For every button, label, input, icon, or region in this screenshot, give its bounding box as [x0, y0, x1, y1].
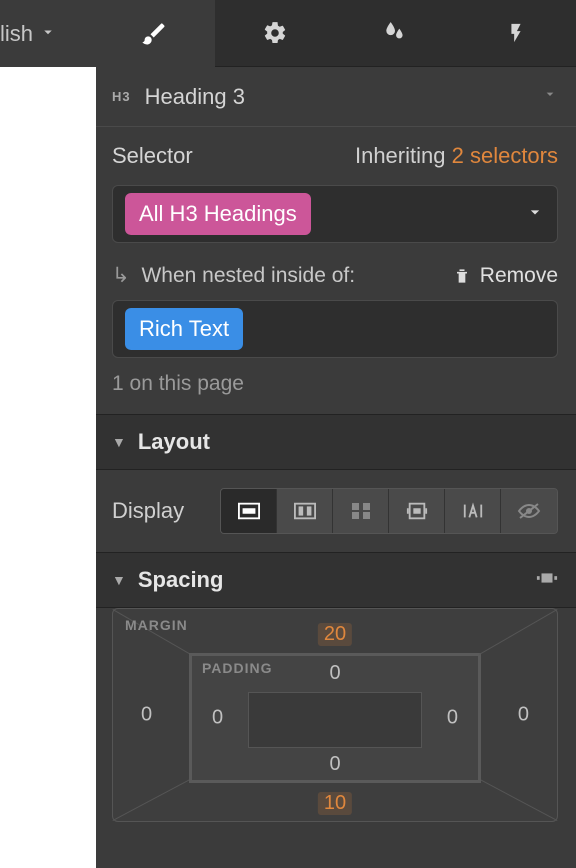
caret-down-icon — [542, 86, 558, 107]
padding-left[interactable]: 0 — [212, 707, 223, 730]
chevron-down-icon — [39, 21, 57, 47]
display-flex[interactable] — [277, 489, 333, 533]
display-label: Display — [112, 498, 202, 524]
inline-icon — [462, 502, 484, 520]
selector-chip-main[interactable]: All H3 Headings — [125, 193, 311, 235]
canvas-area — [0, 67, 96, 868]
layout-header[interactable]: ▼ Layout — [94, 414, 576, 470]
padding-label: PADDING — [202, 660, 273, 676]
layout-title: Layout — [138, 429, 210, 455]
remove-label: Remove — [480, 264, 558, 288]
publish-dropdown[interactable]: lish — [0, 0, 94, 67]
bolt-icon — [505, 22, 527, 44]
selector-section: Selector Inheriting 2 selectors All H3 H… — [94, 127, 576, 414]
tab-effects[interactable] — [456, 0, 576, 67]
nested-selector-input[interactable]: Rich Text — [112, 300, 558, 358]
element-name: Heading 3 — [145, 84, 245, 110]
display-grid[interactable] — [333, 489, 389, 533]
left-column: lish — [0, 0, 94, 868]
inline-block-icon — [406, 502, 428, 520]
display-block[interactable] — [221, 489, 277, 533]
block-icon — [238, 502, 260, 520]
publish-label: lish — [0, 21, 33, 47]
droplets-icon — [382, 20, 408, 46]
selector-input[interactable]: All H3 Headings — [112, 185, 558, 243]
spacing-header[interactable]: ▼ Spacing — [94, 552, 576, 608]
selector-chip-parent[interactable]: Rich Text — [125, 308, 243, 350]
grid-icon — [351, 502, 371, 520]
inheriting-label: Inheriting — [355, 143, 446, 168]
panel-tabs — [94, 0, 576, 67]
margin-label: MARGIN — [125, 617, 188, 633]
spacing-editor: MARGIN 20 0 0 10 PADDING 0 0 0 0 — [112, 608, 558, 822]
inheriting-count[interactable]: 2 selectors — [452, 143, 558, 168]
flex-icon — [294, 502, 316, 520]
display-none[interactable] — [501, 489, 557, 533]
triangle-down-icon: ▼ — [112, 434, 126, 450]
element-row[interactable]: H3 Heading 3 — [94, 67, 576, 127]
margin-top[interactable]: 20 — [318, 623, 352, 646]
spacing-expand-icon[interactable] — [536, 567, 558, 593]
eye-off-icon — [517, 502, 541, 520]
margin-left[interactable]: 0 — [141, 704, 152, 727]
display-segment — [220, 488, 558, 534]
state-caret-icon[interactable] — [525, 202, 545, 227]
margin-right[interactable]: 0 — [518, 704, 529, 727]
remove-button[interactable]: Remove — [452, 264, 558, 288]
padding-top[interactable]: 0 — [329, 662, 340, 685]
padding-bottom[interactable]: 0 — [329, 753, 340, 776]
brush-icon — [140, 20, 168, 48]
content-box[interactable] — [248, 692, 422, 748]
onpage-count[interactable]: 1 on this page — [112, 372, 558, 396]
padding-right[interactable]: 0 — [447, 707, 458, 730]
triangle-down-icon: ▼ — [112, 572, 126, 588]
nested-arrow-icon: ↳ — [112, 264, 130, 287]
display-inline[interactable] — [445, 489, 501, 533]
tab-settings[interactable] — [215, 0, 336, 67]
style-panel: H3 Heading 3 Selector Inheriting 2 selec… — [94, 0, 576, 868]
tab-style[interactable] — [94, 0, 215, 67]
selector-label: Selector — [112, 143, 193, 169]
tab-interactions[interactable] — [335, 0, 456, 67]
spacing-title: Spacing — [138, 567, 224, 593]
display-inline-block[interactable] — [389, 489, 445, 533]
padding-box: PADDING 0 0 0 0 — [189, 653, 481, 783]
element-badge: H3 — [112, 89, 131, 104]
margin-bottom[interactable]: 10 — [318, 792, 352, 815]
gear-icon — [262, 20, 288, 46]
display-row: Display — [94, 470, 576, 552]
trash-icon — [452, 266, 472, 286]
nested-label: When nested inside of: — [141, 264, 355, 287]
